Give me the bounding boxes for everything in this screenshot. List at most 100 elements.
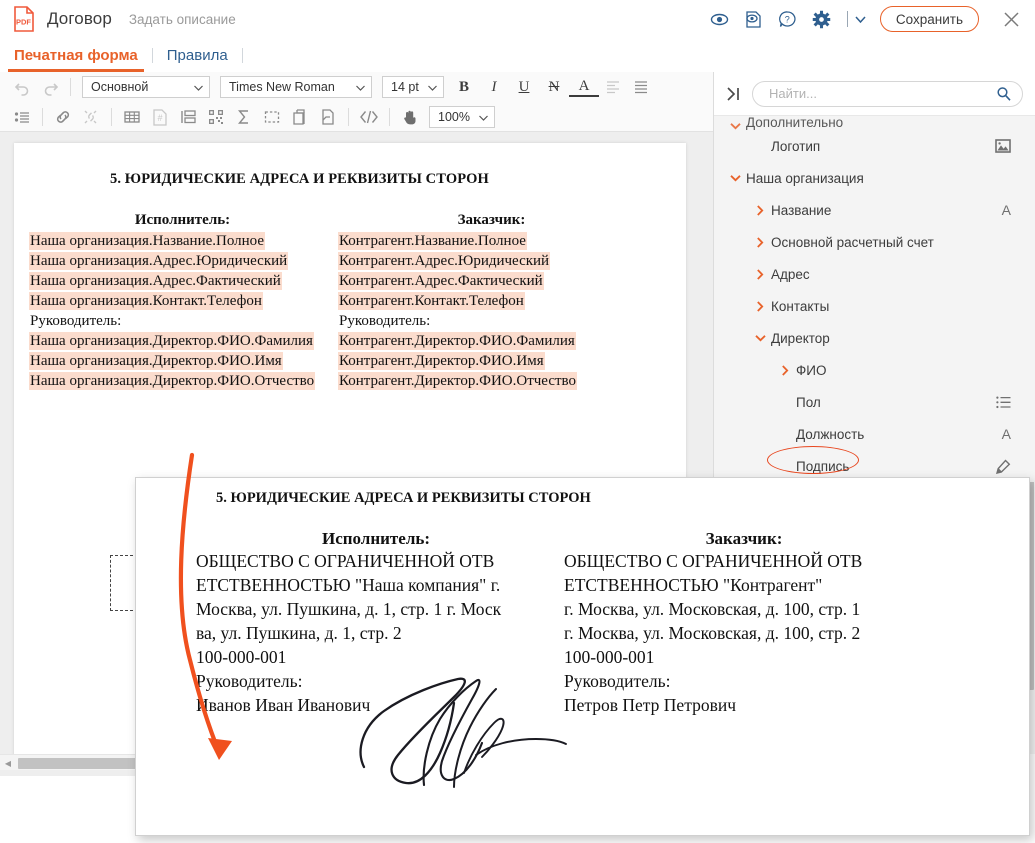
unlink-icon[interactable]: [77, 104, 105, 130]
tree-item-pol[interactable]: Пол: [714, 386, 1035, 418]
preview-text-line: 100-000-001: [564, 647, 655, 667]
text-icon: A: [1001, 426, 1011, 442]
font-family-select[interactable]: Times New Roman: [220, 76, 372, 98]
font-size-select[interactable]: 14 pt: [382, 76, 444, 98]
tree-item-label: Дополнительно: [746, 116, 844, 130]
tree-item-logotip[interactable]: Логотип: [714, 130, 1035, 162]
chevron-down-icon[interactable]: [724, 122, 746, 130]
document-columns: Исполнитель: Наша организация.Название.П…: [22, 212, 686, 391]
search-input[interactable]: [767, 85, 990, 102]
chevron-down-icon[interactable]: [724, 174, 746, 182]
divider: [42, 108, 43, 126]
help-icon[interactable]: ?: [771, 0, 805, 38]
template-field[interactable]: Наша организация.Адрес.Юридический: [30, 253, 288, 269]
close-icon[interactable]: [993, 0, 1029, 38]
panel-search-bar: [714, 72, 1035, 116]
tree-item-main-account[interactable]: Основной расчетный счет: [714, 226, 1035, 258]
strikethrough-button[interactable]: N: [539, 74, 569, 100]
template-field[interactable]: Наша организация.Директор.ФИО.Отчество: [30, 373, 315, 389]
tree-item-dolzhnost[interactable]: Должность A: [714, 418, 1035, 450]
undo-icon[interactable]: [8, 74, 36, 100]
template-field[interactable]: Контрагент.Адрес.Фактический: [339, 273, 543, 289]
template-field[interactable]: Контрагент.Адрес.Юридический: [339, 253, 550, 269]
tree-item-label: ФИО: [796, 362, 827, 378]
divider: [111, 108, 112, 126]
chevron-down-icon: [471, 110, 488, 124]
chevron-down-icon[interactable]: [850, 0, 872, 38]
tree-item-label: Подпись: [796, 458, 850, 474]
paragraph-style-select[interactable]: Основной: [82, 76, 210, 98]
link-icon[interactable]: [49, 104, 77, 130]
toolbar-divider: [846, 11, 848, 27]
document-description-placeholder[interactable]: Задать описание: [129, 12, 236, 27]
hand-icon[interactable]: [396, 104, 424, 130]
tree-item-dopolnitelno[interactable]: Дополнительно: [714, 116, 1035, 130]
tree-item-label: Логотип: [771, 138, 821, 154]
tree-item-adres[interactable]: Адрес: [714, 258, 1035, 290]
zoom-value: 100%: [438, 110, 470, 124]
tree-item-nazvanie[interactable]: Название A: [714, 194, 1035, 226]
bold-button[interactable]: B: [449, 74, 479, 100]
copy-page-icon[interactable]: [286, 104, 314, 130]
font-color-button[interactable]: A: [569, 77, 599, 97]
tree-item-kontakty[interactable]: Контакты: [714, 290, 1035, 322]
scroll-left-icon[interactable]: ◀: [0, 755, 16, 771]
sum-icon[interactable]: [230, 104, 258, 130]
template-field[interactable]: Контрагент.Директор.ФИО.Имя: [339, 353, 544, 369]
redo-icon[interactable]: [36, 74, 64, 100]
collapse-panel-icon[interactable]: [722, 82, 746, 106]
code-icon[interactable]: [355, 104, 383, 130]
qr-code-icon[interactable]: [202, 104, 230, 130]
paragraph-style-value: Основной: [91, 80, 149, 94]
tree-item-our-organization[interactable]: Наша организация: [714, 162, 1035, 194]
tab-print-form[interactable]: Печатная форма: [0, 38, 152, 72]
zoom-select[interactable]: 100%: [429, 106, 495, 128]
signature-pen-icon: [995, 458, 1011, 474]
table-icon[interactable]: [118, 104, 146, 130]
align-left-icon[interactable]: [599, 74, 627, 100]
align-justify-icon[interactable]: [627, 74, 655, 100]
page-number-icon[interactable]: #: [146, 104, 174, 130]
tree-item-fio[interactable]: ФИО: [714, 354, 1035, 386]
chevron-down-icon[interactable]: [749, 334, 771, 342]
preview-window[interactable]: 5. ЮРИДИЧЕСКИЕ АДРЕСА И РЕКВИЗИТЫ СТОРОН…: [135, 477, 1030, 836]
preview-text-line: Москва, ул. Пушкина, д. 1, стр. 1 г. Мос…: [196, 599, 502, 619]
chevron-right-icon[interactable]: [749, 204, 771, 216]
save-button[interactable]: Сохранить: [879, 6, 979, 32]
image-icon: [995, 139, 1011, 153]
paragraph-icon[interactable]: [174, 104, 202, 130]
preview-section-title: 5. ЮРИДИЧЕСКИЕ АДРЕСА И РЕКВИЗИТЫ СТОРОН: [216, 490, 591, 506]
search-icon[interactable]: [996, 86, 1012, 102]
template-field[interactable]: Наша организация.Название.Полное: [30, 233, 265, 249]
chevron-right-icon[interactable]: [749, 236, 771, 248]
template-field[interactable]: Контрагент.Директор.ФИО.Фамилия: [339, 333, 575, 349]
chevron-right-icon[interactable]: [774, 364, 796, 376]
search-box[interactable]: [752, 80, 1023, 107]
preview-column-customer: Заказчик: ОБЩЕСТВО С ОГРАНИЧЕННОЙ ОТВ ЕТ…: [564, 529, 924, 717]
template-field[interactable]: Наша организация.Директор.ФИО.Фамилия: [30, 333, 313, 349]
template-field[interactable]: Контрагент.Название.Полное: [339, 233, 526, 249]
page-break-icon[interactable]: [314, 104, 342, 130]
tree-item-direktor[interactable]: Директор: [714, 322, 1035, 354]
divider: [389, 108, 390, 126]
formatting-toolbar: Основной Times New Roman 14 pt B I U N A…: [0, 72, 713, 132]
tab-rules[interactable]: Правила: [153, 38, 242, 72]
gear-icon[interactable]: [805, 0, 839, 38]
selection-icon[interactable]: [258, 104, 286, 130]
chevron-right-icon[interactable]: [749, 300, 771, 312]
template-field[interactable]: Контрагент.Контакт.Телефон: [339, 293, 524, 309]
eye-icon[interactable]: [703, 0, 737, 38]
underline-button[interactable]: U: [509, 74, 539, 100]
tree-item-label: Название: [771, 202, 832, 218]
document-column-executor: Исполнитель: Наша организация.Название.П…: [30, 212, 335, 391]
italic-button[interactable]: I: [479, 74, 509, 100]
template-field[interactable]: Наша организация.Директор.ФИО.Имя: [30, 353, 282, 369]
preview-page-icon[interactable]: [737, 0, 771, 38]
chevron-right-icon[interactable]: [749, 268, 771, 280]
template-field[interactable]: Наша организация.Контакт.Телефон: [30, 293, 262, 309]
template-field[interactable]: Контрагент.Директор.ФИО.Отчество: [339, 373, 577, 389]
template-field[interactable]: Наша организация.Адрес.Фактический: [30, 273, 281, 289]
text-icon: A: [1001, 202, 1011, 218]
bullet-list-icon[interactable]: [8, 104, 36, 130]
preview-text-line: г. Москва, ул. Московская, д. 100, стр. …: [564, 599, 861, 619]
